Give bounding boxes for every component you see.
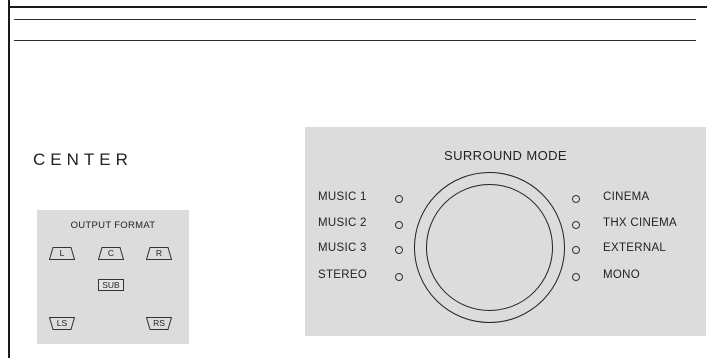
mode-label-thx-cinema: THX CINEMA (603, 217, 677, 229)
output-format-title: OUTPUT FORMAT (70, 220, 156, 231)
speaker-right-indicator: R (146, 247, 172, 260)
speaker-center-indicator: C (98, 247, 124, 260)
mode-indicator-led (572, 273, 580, 281)
speaker-right-surround-indicator: RS (146, 317, 172, 330)
speaker-left-surround-label: LS (56, 318, 68, 328)
mode-label-music-1: MUSIC 1 (318, 191, 367, 203)
frame-left-border (8, 0, 10, 358)
mode-indicator-led (395, 273, 403, 281)
section-title: CENTER (33, 150, 133, 169)
output-format-panel: OUTPUT FORMAT L C R SUB LS RS (37, 210, 189, 344)
speaker-center-label: C (107, 248, 115, 258)
mode-indicator-led (395, 221, 403, 229)
mode-label-mono: MONO (603, 269, 640, 281)
speaker-left-surround-indicator: LS (49, 317, 75, 330)
frame-top-border (8, 6, 707, 8)
surround-mode-panel: SURROUND MODE MUSIC 1 MUSIC 2 MUSIC 3 ST… (305, 127, 706, 336)
mode-indicator-led (572, 221, 580, 229)
mode-label-external: EXTERNAL (603, 242, 667, 254)
speaker-right-surround-label: RS (153, 318, 165, 328)
header-rule-bottom (14, 40, 696, 41)
mode-label-cinema: CINEMA (603, 191, 650, 203)
speaker-subwoofer-label: SUB (102, 280, 120, 290)
mode-label-stereo: STEREO (318, 269, 368, 281)
header-rule-top (14, 19, 696, 20)
mode-label-music-2: MUSIC 2 (318, 217, 367, 229)
mode-indicator-led (395, 246, 403, 254)
speaker-left-indicator: L (49, 247, 75, 260)
speaker-right-label: R (155, 248, 163, 258)
mode-indicator-led (572, 195, 580, 203)
speaker-left-label: L (59, 248, 65, 258)
speaker-subwoofer-indicator: SUB (98, 279, 124, 291)
mode-label-music-3: MUSIC 3 (318, 242, 367, 254)
rotary-knob-inner-ring[interactable] (426, 184, 553, 311)
surround-mode-title: SURROUND MODE (444, 148, 567, 163)
mode-indicator-led (572, 246, 580, 254)
mode-indicator-led (395, 195, 403, 203)
